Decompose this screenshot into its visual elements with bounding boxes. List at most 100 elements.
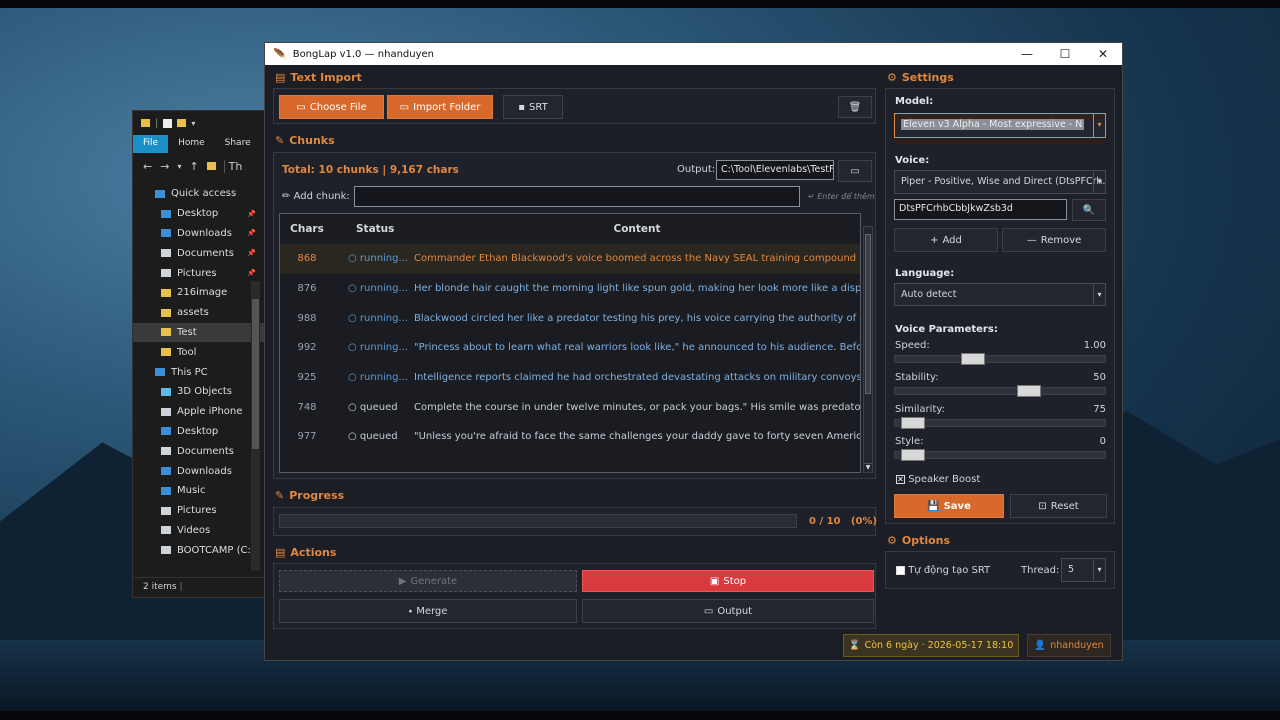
nav-item[interactable]: Music (133, 481, 264, 501)
slider-thumb[interactable] (900, 449, 925, 461)
param-slider[interactable] (894, 449, 1106, 461)
stop-button[interactable]: ▣ Stop (582, 570, 874, 592)
voice-params-label: Voice Parameters: (895, 324, 998, 335)
slider-thumb[interactable] (1017, 385, 1042, 397)
table-row[interactable]: 977 ○ queued "Unless you're afraid to face… (280, 422, 860, 452)
window-titlebar: 🪶 BongLap v1.0 — nhanduyen — ☐ ✕ (265, 43, 1122, 65)
merge-button[interactable]: ⬩ Merge (279, 599, 577, 623)
actions-heading: ▤ Actions (275, 546, 336, 559)
ribbon-tab-file[interactable]: File (133, 135, 169, 153)
table-scrollbar[interactable]: ▼ (863, 226, 873, 473)
file-explorer-window: | ▾ File Home Share ← → ▾ ↑ Th Quick acc… (132, 110, 265, 598)
save-button[interactable]: 💾 Save (894, 494, 1004, 518)
nav-item[interactable]: Downloads (133, 461, 264, 481)
slider-thumb[interactable] (960, 353, 985, 365)
voice-label: Voice: (895, 155, 930, 166)
back-arrow-icon[interactable]: ← (143, 160, 152, 173)
nav-item[interactable]: Apple iPhone (133, 402, 264, 422)
speaker-boost-checkbox[interactable]: ✕ (896, 474, 905, 484)
up-arrow-icon[interactable]: ↑ (189, 160, 198, 173)
navigation-scrollbar[interactable] (251, 281, 260, 571)
slider-thumb[interactable] (900, 417, 925, 429)
pin-icon: 📌 (247, 249, 256, 258)
nav-item[interactable]: Documents 📌 (133, 243, 264, 263)
browse-output-button[interactable]: ▭ (838, 160, 872, 182)
nav-item[interactable]: 216image (133, 283, 264, 303)
table-row[interactable]: 988 ○ running... Blackwood circled her lik… (280, 303, 860, 333)
nav-item[interactable]: BOOTCAMP (C:) (133, 540, 264, 560)
nav-item[interactable]: Test (133, 322, 264, 343)
add-voice-button[interactable]: + Add (894, 228, 998, 252)
folder-open-icon: ▭ (850, 165, 860, 177)
auto-srt-checkbox[interactable] (896, 565, 905, 575)
chevron-down-icon[interactable]: ▾ (191, 119, 195, 128)
nav-item[interactable]: assets (133, 303, 264, 323)
scroll-down-icon[interactable]: ▼ (864, 463, 872, 472)
folder-icon (161, 506, 171, 515)
ribbon-tab-share[interactable]: Share (215, 135, 261, 153)
col-content[interactable]: Content (414, 214, 860, 244)
nav-header[interactable]: Quick access (133, 184, 264, 204)
chevron-down-icon[interactable]: ▾ (1093, 559, 1105, 581)
output-button[interactable]: ▭ Output (582, 599, 874, 623)
nav-item[interactable]: Desktop (133, 422, 264, 442)
scrollbar-thumb[interactable] (252, 299, 259, 449)
properties-icon[interactable] (163, 118, 173, 128)
nav-item[interactable]: Videos (133, 521, 264, 541)
play-icon: ▶ (398, 575, 407, 587)
remove-voice-button[interactable]: — Remove (1002, 228, 1106, 252)
add-voice-label: Add (942, 234, 962, 246)
forward-arrow-icon[interactable]: → (160, 160, 169, 173)
nav-item[interactable]: Desktop 📌 (133, 204, 264, 224)
output-path-input[interactable]: C:\Tool\Elevenlabs\TestF (716, 160, 834, 180)
close-button[interactable]: ✕ (1084, 47, 1122, 61)
thread-select[interactable]: 5 ▾ (1061, 558, 1106, 582)
srt-button[interactable]: ▪ SRT (503, 95, 563, 119)
text-import-heading: ▤ Text Import (275, 71, 362, 84)
ribbon-tab-home[interactable]: Home (168, 135, 215, 153)
nav-item[interactable]: Downloads 📌 (133, 224, 264, 244)
voice-select[interactable]: Piper - Positive, Wise and Direct (DtsPF… (894, 170, 1106, 194)
table-row[interactable]: 748 ○ queued Complete the course in under … (280, 392, 860, 422)
model-select[interactable]: Eleven v3 Alpha - Most expressive - N ▾ (894, 113, 1106, 138)
navigation-pane: Quick access Desktop 📌 Downloads 📌 Documents 📌… (133, 179, 264, 560)
table-row[interactable]: 868 ○ running... Commander Ethan Blackwood… (280, 244, 860, 274)
nav-item[interactable]: Pictures (133, 501, 264, 521)
maximize-button[interactable]: ☐ (1046, 47, 1084, 61)
param-slider[interactable] (894, 385, 1106, 397)
new-folder-icon[interactable] (177, 119, 187, 127)
nav-item[interactable]: Tool (133, 342, 264, 362)
param-slider[interactable] (894, 353, 1106, 365)
choose-file-button[interactable]: ▭ Choose File (279, 95, 384, 119)
param-slider[interactable] (894, 417, 1106, 429)
nav-header[interactable]: This PC (133, 362, 264, 382)
table-row[interactable]: 992 ○ running... "Princess about to learn … (280, 333, 860, 363)
clear-button[interactable]: 🗑 (838, 96, 872, 118)
table-row[interactable]: 925 ○ running... Intelligence reports clai… (280, 363, 860, 393)
col-status[interactable]: Status (334, 214, 414, 244)
item-count: 2 items (143, 582, 177, 592)
nav-item[interactable]: Documents (133, 441, 264, 461)
nav-item[interactable]: 3D Objects (133, 382, 264, 402)
language-select[interactable]: Auto detect ▾ (894, 283, 1106, 306)
chevron-down-icon[interactable]: ▾ (1093, 171, 1105, 193)
col-chars[interactable]: Chars (280, 214, 334, 244)
minimize-button[interactable]: — (1008, 47, 1046, 61)
voice-id-input[interactable]: DtsPFCrhbCbbJkwZsb3d (894, 199, 1067, 220)
merge-label: Merge (416, 605, 448, 617)
reset-button[interactable]: ⊡ Reset (1010, 494, 1107, 518)
table-row[interactable]: 876 ○ running... Her blonde hair caught th… (280, 274, 860, 304)
chevron-down-icon[interactable]: ▾ (1093, 114, 1105, 137)
chevron-down-icon[interactable]: ▾ (1093, 284, 1105, 305)
table-scrollbar-thumb[interactable] (865, 234, 871, 394)
settings-heading: ⚙ Settings (887, 71, 954, 84)
import-folder-button[interactable]: ▭ Import Folder (387, 95, 493, 119)
add-chunk-input[interactable] (354, 186, 800, 207)
srt-label: SRT (529, 101, 548, 113)
voice-search-button[interactable]: 🔍 (1072, 199, 1106, 221)
generate-button[interactable]: ▶ Generate (279, 570, 577, 592)
recent-chevron-icon[interactable]: ▾ (177, 162, 181, 171)
nav-item[interactable]: Pictures 📌 (133, 263, 264, 283)
address-path[interactable]: Th (223, 159, 242, 173)
chunk-status-text: running... (359, 342, 409, 354)
